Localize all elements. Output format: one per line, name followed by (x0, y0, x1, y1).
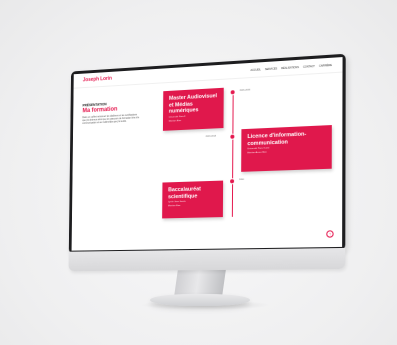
monitor: Joseph Lorin Accueil Services Réalisatio… (68, 53, 357, 275)
intro-text: Dans un coffret retrouvez les diplômes e… (82, 114, 140, 126)
card-title-1: Master Audiovisuel et Médias numériques (168, 93, 218, 115)
monitor-bezel: Joseph Lorin Accueil Services Réalisatio… (68, 53, 346, 254)
nav-item-1[interactable]: Accueil (250, 68, 260, 72)
timeline-card-1[interactable]: Master Audiovisuel et Médias numériques … (162, 87, 224, 131)
screen: Joseph Lorin Accueil Services Réalisatio… (71, 57, 343, 251)
timeline-card-3[interactable]: Baccalauréat scientifique Lycée Jean Jau… (162, 180, 224, 219)
timeline-date-3: 2010 (239, 178, 245, 182)
site-logo[interactable]: Joseph Lorin (83, 76, 112, 84)
timeline-dot-1 (229, 89, 236, 96)
page-title: Ma formation (82, 106, 118, 115)
monitor-chin (68, 247, 346, 272)
nav-item-4[interactable]: Contact (303, 64, 315, 68)
main-nav: Accueil Services Réalisations Contact Ca… (250, 63, 332, 71)
page-content: Présentation Ma formation Dans un coffre… (72, 73, 343, 251)
timeline-card-2[interactable]: Licence d'information-communication Univ… (241, 125, 332, 172)
card-title-3: Baccalauréat scientifique (168, 186, 201, 200)
timeline-dot-3 (229, 178, 236, 185)
nav-item-2[interactable]: Services (265, 67, 277, 71)
scene: Joseph Lorin Accueil Services Réalisatio… (0, 0, 397, 345)
timeline-date-2: 2013-2014 (205, 135, 216, 138)
scroll-up-icon[interactable]: ↑ (326, 230, 334, 238)
nav-item-3[interactable]: Réalisations (281, 65, 299, 69)
timeline-line (231, 91, 234, 217)
card-line-3b: Mention Bien (168, 205, 181, 208)
timeline-dot-2 (229, 133, 236, 140)
monitor-base (150, 294, 250, 306)
timeline-date-1: 2015-2016 (239, 89, 251, 92)
nav-item-5[interactable]: Carrière (319, 63, 332, 67)
